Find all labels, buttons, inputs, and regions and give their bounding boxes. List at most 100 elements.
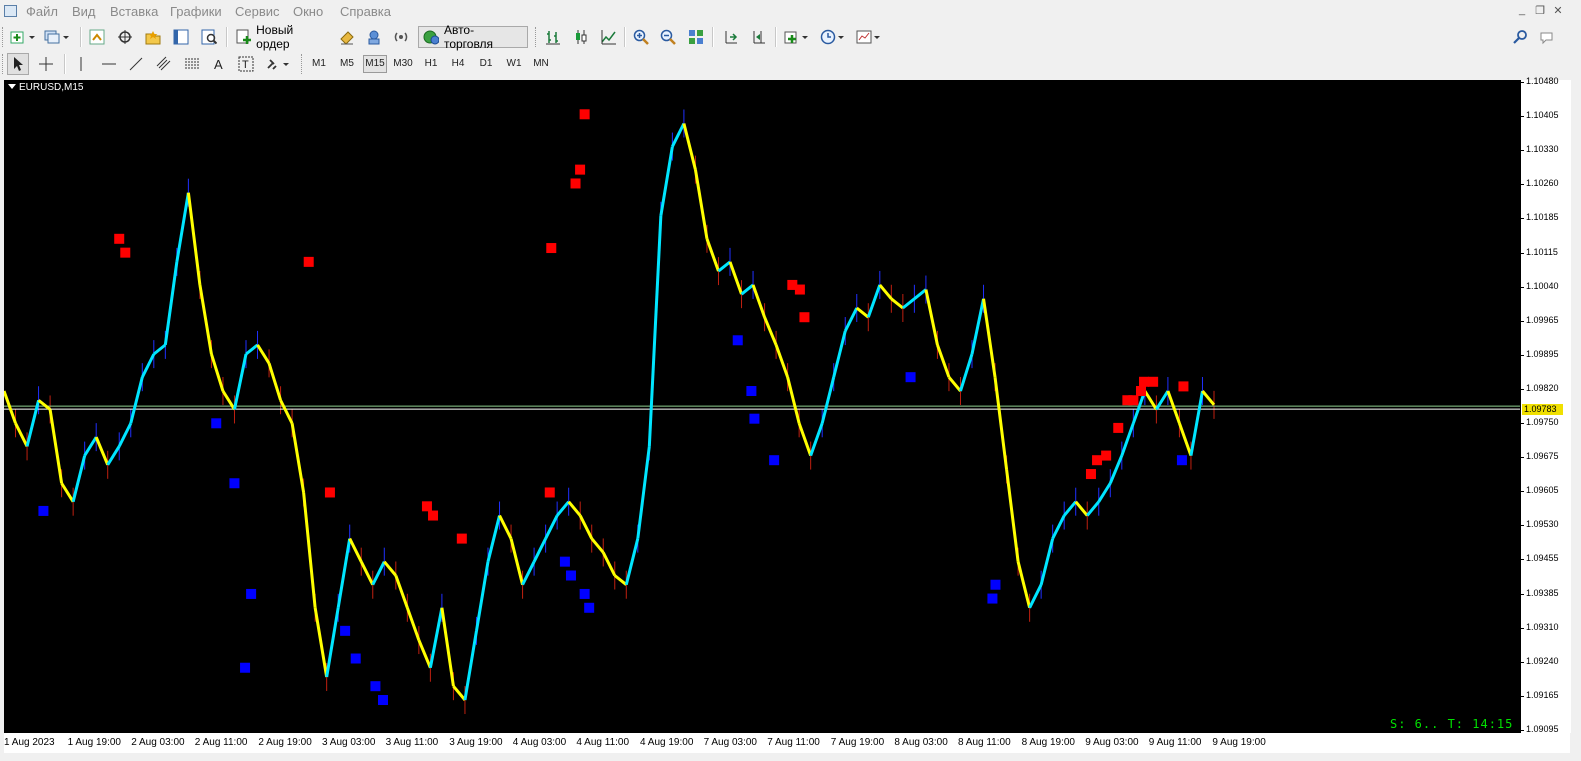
- new-order-button[interactable]: Новый ордер: [232, 23, 330, 51]
- menu-help[interactable]: Справка: [340, 4, 391, 19]
- price-tick-label: 1.10260: [1526, 178, 1559, 189]
- sell-signal-marker: [114, 233, 125, 244]
- timeframe-h1[interactable]: H1: [419, 55, 443, 73]
- tile-windows-button[interactable]: [685, 26, 707, 48]
- minimize-icon[interactable]: _: [1515, 4, 1529, 16]
- price-chart[interactable]: [4, 80, 1520, 733]
- terminal-button[interactable]: [170, 26, 192, 48]
- sell-signal-marker: [1178, 381, 1189, 392]
- line-chart-button[interactable]: [598, 26, 620, 48]
- timeframe-mn[interactable]: MN: [529, 55, 553, 73]
- price-line-segment: [728, 261, 743, 295]
- horizontal-line-icon: [102, 63, 116, 65]
- strategy-tester-button[interactable]: [198, 26, 220, 48]
- profiles-icon: [44, 30, 69, 44]
- price-line-segment: [463, 630, 478, 701]
- sell-signal-marker: [1092, 455, 1103, 466]
- price-line-segment: [474, 561, 490, 632]
- fibonacci-button[interactable]: [181, 53, 203, 75]
- indicators-button[interactable]: [782, 26, 812, 48]
- sell-signal-marker: [120, 247, 131, 258]
- metaeditor-button[interactable]: [336, 26, 358, 48]
- templates-button[interactable]: [854, 26, 884, 48]
- price-line-segment: [659, 146, 674, 216]
- menu-view[interactable]: Вид: [72, 4, 96, 19]
- price-tick-mark: [1520, 457, 1524, 459]
- price-line-segment: [970, 298, 985, 355]
- chart-shift-button[interactable]: [748, 26, 770, 48]
- timeframe-m1[interactable]: M1: [307, 55, 331, 73]
- periods-button[interactable]: [818, 26, 848, 48]
- price-line-segment: [417, 639, 432, 669]
- data-window-button[interactable]: [114, 26, 136, 48]
- profiles-button[interactable]: [42, 26, 72, 48]
- zoom-out-button[interactable]: [657, 26, 679, 48]
- crosshair-button[interactable]: [35, 53, 57, 75]
- timeframe-d1[interactable]: D1: [474, 55, 498, 73]
- price-line-segment: [797, 422, 813, 457]
- chart-title[interactable]: EURUSD,M15: [8, 82, 83, 93]
- price-tick-label: 1.10115: [1526, 246, 1558, 257]
- signals-icon: [368, 30, 380, 45]
- signals-button[interactable]: [363, 26, 385, 48]
- price-line-segment: [1201, 390, 1216, 406]
- price-tick-label: 1.10185: [1526, 212, 1559, 223]
- close-icon[interactable]: ✕: [1551, 4, 1565, 17]
- text-label-button[interactable]: T: [235, 53, 257, 75]
- restore-icon[interactable]: ❐: [1533, 4, 1547, 17]
- price-tick-mark: [1520, 388, 1524, 390]
- timeframe-m30[interactable]: M30: [391, 55, 415, 73]
- auto-scroll-button[interactable]: [720, 26, 742, 48]
- price-line-segment: [1166, 390, 1181, 424]
- candlestick-button[interactable]: [570, 26, 592, 48]
- cursor-button[interactable]: [7, 53, 29, 75]
- arrows-button[interactable]: [263, 53, 293, 75]
- market-watch-icon: [89, 29, 105, 45]
- price-line-segment: [60, 482, 75, 503]
- timeframe-h4[interactable]: H4: [446, 55, 470, 73]
- menu-insert[interactable]: Вставка: [110, 4, 158, 19]
- buy-signal-marker: [746, 386, 757, 397]
- vertical-line-button[interactable]: [70, 53, 92, 75]
- time-tick-label: 3 Aug 19:00: [449, 737, 503, 748]
- new-chart-button[interactable]: [8, 26, 38, 48]
- zoom-in-button[interactable]: [630, 26, 652, 48]
- price-line-segment: [705, 238, 720, 272]
- price-tick-mark: [1520, 150, 1524, 152]
- menu-charts[interactable]: Графики: [170, 4, 222, 19]
- price-line-segment: [405, 607, 421, 641]
- horizontal-line-button[interactable]: [98, 53, 120, 75]
- buy-signal-marker: [749, 413, 760, 424]
- price-line-segment: [647, 215, 663, 447]
- text-button[interactable]: A: [208, 53, 230, 75]
- price-line-segment: [913, 288, 927, 300]
- autotrading-button[interactable]: Авто-торговля: [418, 23, 528, 51]
- search-button[interactable]: [1510, 26, 1530, 48]
- trendline-button[interactable]: [125, 53, 147, 75]
- price-line-segment: [636, 446, 651, 539]
- timeframe-m5[interactable]: M5: [335, 55, 359, 73]
- price-line-segment: [106, 445, 121, 466]
- navigator-button[interactable]: [142, 26, 164, 48]
- price-line-segment: [947, 376, 962, 392]
- status-readout: S: 6.. T: 14:15: [1390, 717, 1514, 731]
- timeframe-m15[interactable]: M15: [363, 55, 387, 73]
- price-line-segment: [163, 261, 179, 346]
- buy-signal-marker: [584, 602, 595, 613]
- price-line-segment: [982, 298, 997, 378]
- menu-window[interactable]: Окно: [293, 4, 323, 19]
- standard-toolbar: Новый ордер Авто-торговля: [0, 23, 1581, 65]
- menu-tools[interactable]: Сервис: [235, 4, 280, 19]
- buy-signal-marker: [211, 418, 222, 429]
- menu-file[interactable]: Файл: [26, 4, 58, 19]
- market-watch-button[interactable]: [86, 26, 108, 48]
- bar-chart-button[interactable]: [542, 26, 564, 48]
- time-tick-label: 4 Aug 19:00: [640, 737, 694, 748]
- time-tick-label: 1 Aug 2023: [4, 737, 55, 748]
- price-line-segment: [48, 409, 64, 484]
- market-button[interactable]: [390, 26, 412, 48]
- notifications-button[interactable]: [1536, 26, 1560, 48]
- price-line-segment: [567, 500, 582, 517]
- equidistant-channel-button[interactable]: [153, 53, 175, 75]
- timeframe-w1[interactable]: W1: [502, 55, 526, 73]
